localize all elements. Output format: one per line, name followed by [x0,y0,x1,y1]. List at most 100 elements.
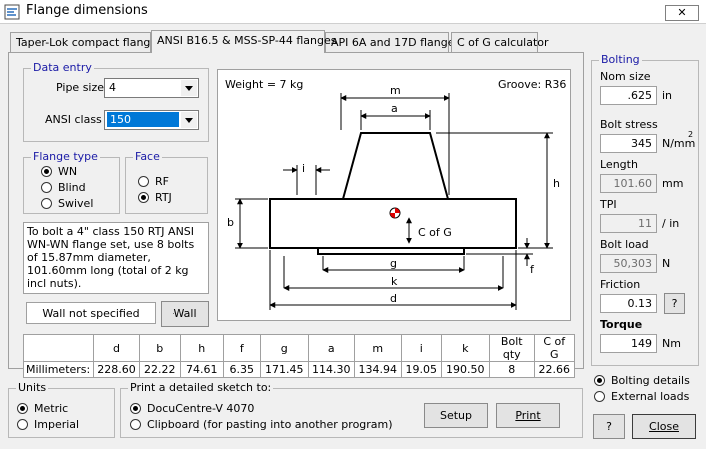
print-button[interactable]: Print [496,403,560,428]
wall-button-label: Wall [173,307,197,320]
bolting-description: To bolt a 4" class 150 RTJ ANSI WN-WN fl… [23,222,209,294]
wall-button[interactable]: Wall [161,301,209,327]
groove-label: Groove: R36 [498,78,566,91]
tab-api[interactable]: API 6A and 17D flanges [325,32,460,52]
value-g: 171.45 [259,361,309,378]
row-label: Millimeters: [22,361,95,378]
dim-label-f: f [530,263,535,276]
friction-help-button[interactable]: ? [664,293,685,314]
radio-label: Clipboard (for pasting into another prog… [147,418,393,431]
radio-label: Swivel [58,197,94,210]
title-bar: Flange dimensions ✕ [0,0,706,24]
app-icon [4,4,20,20]
length-field: 101.60 [600,174,657,193]
close-button[interactable]: Close [632,414,696,439]
dim-label-cog: C of G [418,226,452,239]
bolt-stress-field[interactable]: 345 [600,134,657,153]
value-k: 190.50 [440,361,490,378]
friction-field[interactable]: 0.13 [600,294,657,313]
dim-label-k: k [391,275,398,288]
flange-type-group-label: Flange type [31,150,100,164]
radio-on-icon [17,403,28,414]
setup-button[interactable]: Setup [424,403,488,428]
header-cog: C of G [533,334,575,362]
setup-button-label: Setup [439,409,473,422]
header-f: f [222,334,261,362]
radio-off-icon [130,419,141,430]
chevron-down-icon [181,80,197,96]
dim-label-g: g [390,257,397,270]
flange-diagram: Weight = 7 kg Groove: R36 m a h i b C of… [217,69,571,321]
header-m: m [353,334,402,362]
units-group-label: Units [16,381,49,395]
help-icon: ? [606,420,612,433]
dim-label-i: i [302,162,305,175]
flange-profile [269,132,517,255]
dim-label-h: h [553,177,560,190]
value-d: 228.60 [93,361,140,378]
radio-off-icon [594,391,605,402]
header-b: b [138,334,181,362]
value-h: 74.61 [179,361,224,378]
print-button-label: Print [515,409,541,422]
radio-on-icon [594,375,605,386]
cog-icon [389,207,401,219]
bolt-load-label: Bolt load [600,238,649,251]
tab-ansi[interactable]: ANSI B16.5 & MSS-SP-44 flanges [151,30,336,53]
radio-label: WN [58,165,78,178]
window-title: Flange dimensions [26,3,148,18]
radio-on-icon [138,192,149,203]
chevron-down-icon [181,112,197,128]
table-header-row: d b h f g a m i k Bolt qty C of G [22,334,575,362]
weight-label: Weight = 7 kg [225,78,303,91]
nom-size-field[interactable]: .625 [600,86,657,105]
tpi-unit: / in [662,217,680,230]
torque-unit: Nm [662,337,681,350]
bolting-group-label: Bolting [599,53,642,67]
bolt-stress-unit-superscript: 2 [688,130,694,139]
value-a: 114.30 [307,361,355,378]
pipe-size-select[interactable]: 4 [104,78,199,98]
radio-off-icon [41,198,52,209]
wall-status: Wall not specified [26,302,156,324]
tab-cog-calculator[interactable]: C of G calculator [451,32,549,52]
bolt-load-field: 50,303 [600,254,657,273]
table-row: Millimeters: 228.60 22.22 74.61 6.35 171… [22,361,575,378]
radio-label: Metric [34,402,69,415]
value-m: 134.94 [353,361,402,378]
pipe-size-value: 4 [109,81,116,94]
value-i: 19.05 [400,361,442,378]
radio-label: Imperial [34,418,80,431]
radio-off-icon [17,419,28,430]
radio-label: Blind [58,181,86,194]
radio-off-icon [138,176,149,187]
header-i: i [400,334,442,362]
dim-label-d: d [390,292,397,305]
tab-taper-lok[interactable]: Taper-Lok compact flanges [10,32,163,52]
value-cog: 22.66 [533,361,575,378]
friction-label: Friction [600,278,641,291]
ansi-class-select[interactable]: 150 [104,110,199,130]
window-close-button[interactable]: ✕ [665,5,699,21]
bolt-stress-label: Bolt stress [600,118,658,131]
radio-label: External loads [611,390,690,403]
length-label: Length [600,158,638,171]
torque-field: 149 [600,334,657,353]
radio-label: RTJ [155,191,172,204]
radio-on-icon [130,403,141,414]
data-entry-group-label: Data entry [31,61,94,75]
table-corner-cell [22,334,95,362]
ansi-class-value: 150 [107,112,179,127]
help-button[interactable]: ? [593,414,625,439]
header-g: g [259,334,309,362]
header-k: k [440,334,490,362]
dimensions-table: d b h f g a m i k Bolt qty C of G Millim… [22,334,575,378]
tpi-field: 11 [600,214,657,233]
radio-off-icon [41,182,52,193]
value-b: 22.22 [138,361,181,378]
header-d: d [93,334,140,362]
face-group-label: Face [133,150,162,164]
bolt-load-unit: N [662,257,671,270]
header-h: h [179,334,224,362]
radio-label: RF [155,175,169,188]
